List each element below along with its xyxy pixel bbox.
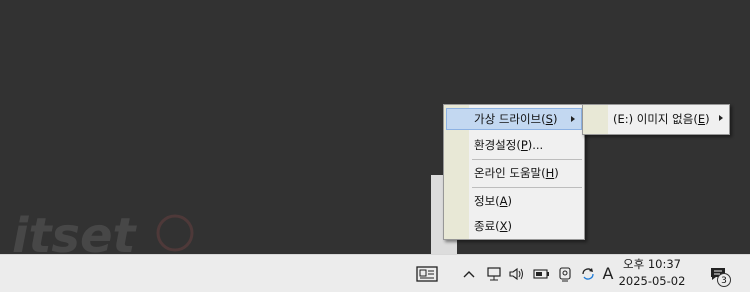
submenu-arrow-icon xyxy=(719,115,723,121)
menu-separator xyxy=(472,159,582,160)
news-widget-icon[interactable] xyxy=(412,255,442,292)
menu-item-label: 정보(A) xyxy=(474,194,513,208)
chevron-up-icon[interactable] xyxy=(461,255,477,292)
submenu-item-label: (E:) 이미지 없음(E) xyxy=(613,112,710,126)
menu-item-label: 환경설정(P)... xyxy=(474,138,544,152)
sync-icon[interactable] xyxy=(578,255,598,292)
system-clock[interactable]: 오후 10:37 2025-05-02 xyxy=(612,256,692,292)
menu-item-label: 종료(X) xyxy=(474,219,513,233)
menu-item-settings[interactable]: 환경설정(P)... xyxy=(446,134,582,156)
clock-time: 오후 10:37 xyxy=(623,257,681,271)
tray-context-menu: 가상 드라이브(S) 환경설정(P)... 온라인 도움말(H) 정보(A) 종… xyxy=(443,104,585,240)
battery-icon[interactable] xyxy=(531,255,551,292)
menu-item-label: 온라인 도움말(H) xyxy=(474,166,559,180)
menu-item-virtual-drive[interactable]: 가상 드라이브(S) xyxy=(446,108,582,130)
network-icon[interactable] xyxy=(484,255,504,292)
menu-item-online-help[interactable]: 온라인 도움말(H) xyxy=(446,162,582,184)
submenu-item-drive-e[interactable]: (E:) 이미지 없음(E) xyxy=(585,108,727,130)
menu-item-about[interactable]: 정보(A) xyxy=(446,190,582,212)
notification-count-badge: 3 xyxy=(717,273,731,287)
menu-separator xyxy=(472,187,582,188)
submenu-arrow-icon xyxy=(571,116,575,122)
itset-watermark-logo: itset xyxy=(12,208,194,258)
watermark-text: itset xyxy=(12,208,138,258)
taskbar: A 오후 10:37 2025-05-02 xyxy=(0,254,750,292)
menu-item-exit[interactable]: 종료(X) xyxy=(446,215,582,237)
clock-date: 2025-05-02 xyxy=(618,274,686,288)
webcam-icon[interactable] xyxy=(555,255,575,292)
menu-item-label: 가상 드라이브(S) xyxy=(474,112,558,126)
virtual-drive-submenu: (E:) 이미지 없음(E) xyxy=(582,104,730,135)
volume-icon[interactable] xyxy=(507,255,527,292)
